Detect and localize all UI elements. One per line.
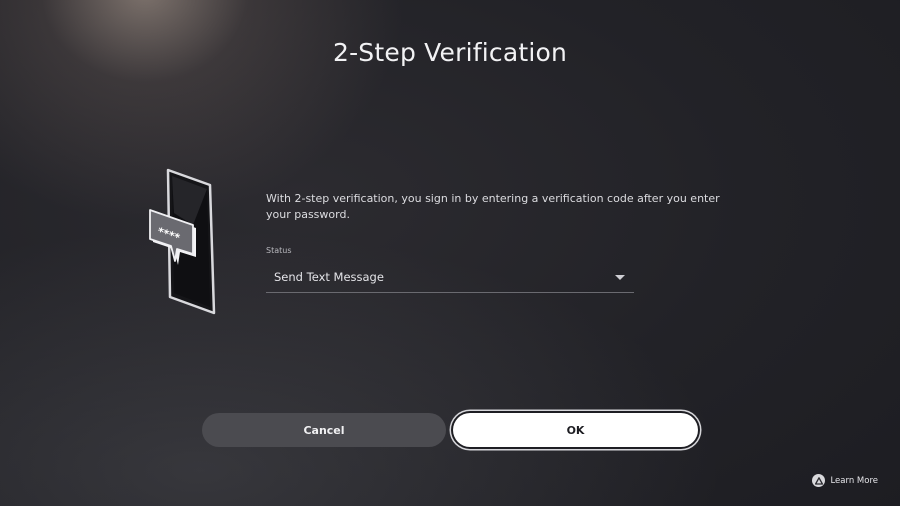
ok-button-label: OK (566, 423, 585, 437)
cancel-button[interactable]: Cancel (202, 413, 446, 447)
triangle-button-icon (812, 474, 826, 487)
description-text: With 2-step verification, you sign in by… (266, 192, 720, 221)
learn-more-label: Learn More (830, 475, 878, 486)
ok-button[interactable]: OK (453, 413, 698, 447)
phone-verification-code-icon: **** (138, 165, 224, 320)
chevron-down-icon (615, 275, 625, 280)
status-dropdown[interactable]: Send Text Message (266, 262, 634, 293)
learn-more-link[interactable]: Learn More (812, 474, 878, 487)
page-title: 2-Step Verification (332, 38, 568, 67)
status-label: Status (266, 246, 292, 255)
cancel-button-label: Cancel (303, 423, 345, 437)
status-value: Send Text Message (274, 270, 384, 284)
